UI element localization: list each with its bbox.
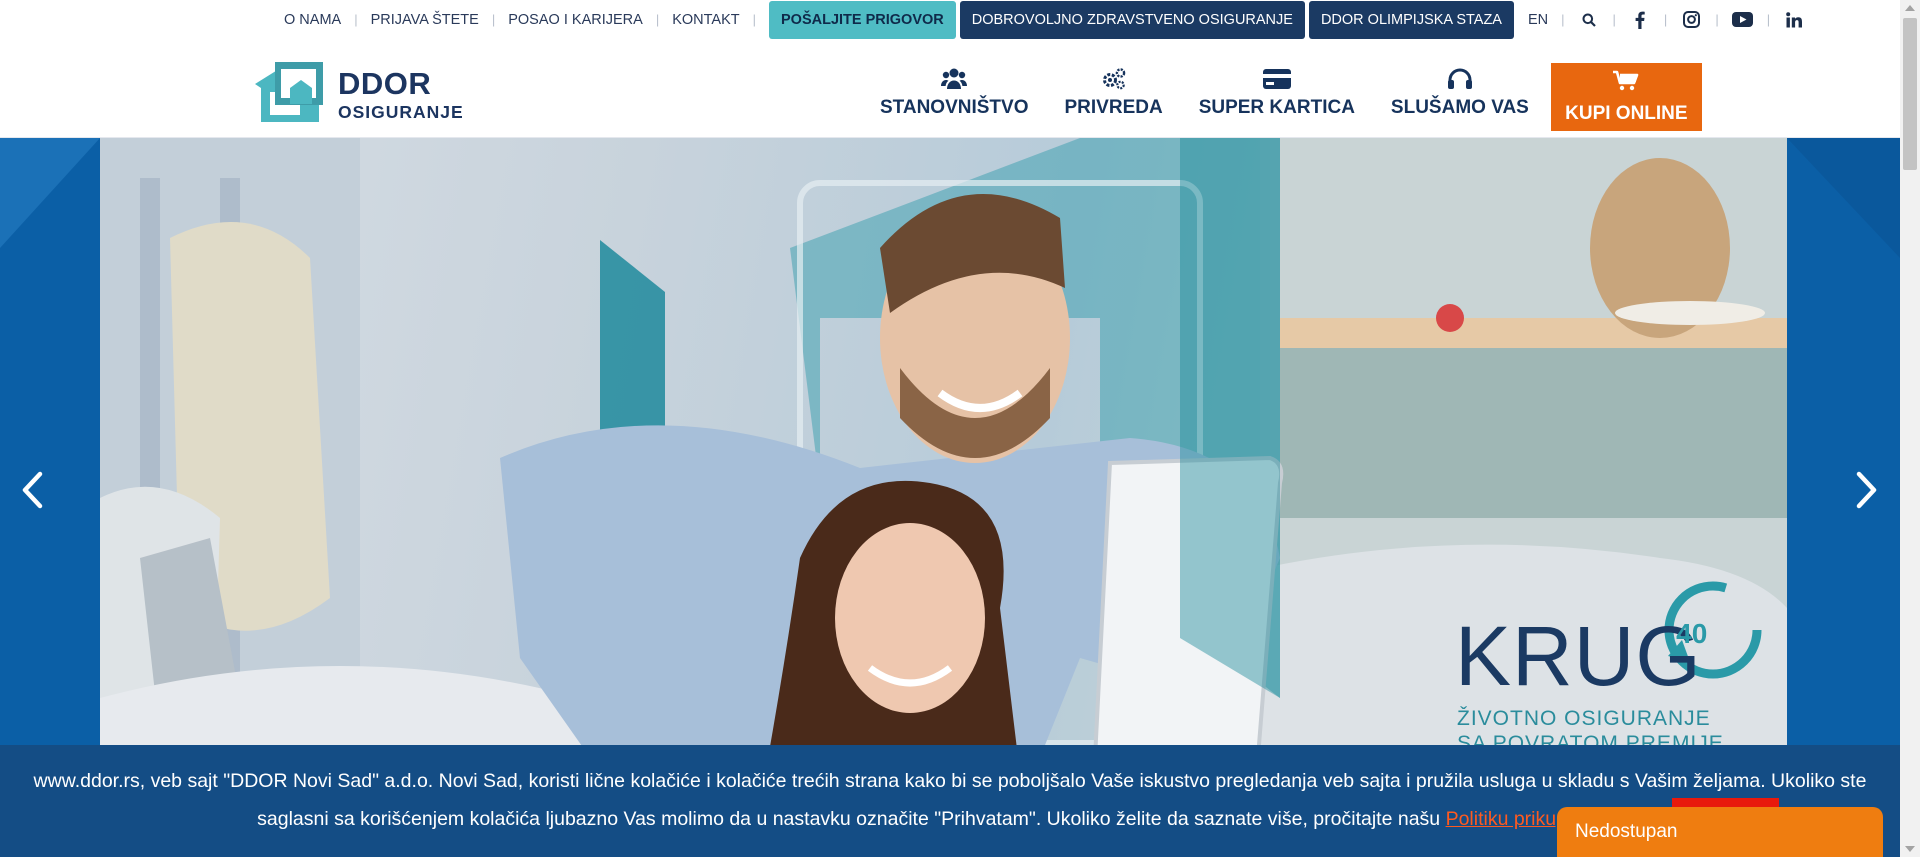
krug40-brand: KRUG 40 (1455, 608, 1737, 708)
chat-widget[interactable]: Nedostupan (1557, 807, 1883, 857)
top-link-posao-i-karijera[interactable]: POSAO I KARIJERA (508, 12, 643, 28)
top-link-kontakt[interactable]: KONTAKT (672, 12, 739, 28)
divider: | (752, 12, 756, 27)
divider: | (354, 12, 358, 27)
nav-label: STANOVNIŠTVO (880, 97, 1029, 118)
divider: | (655, 12, 660, 27)
send-complaint-button[interactable]: POŠALJITE PRIGOVOR (769, 0, 956, 39)
page: O NAMA | PRIJAVA ŠTETE | POSAO I KARIJER… (0, 0, 1920, 857)
top-link-prijava-stete[interactable]: PRIJAVA ŠTETE (371, 12, 479, 28)
language-switch-en[interactable]: EN (1528, 12, 1548, 28)
olympic-track-button[interactable]: DDOR OLIMPIJSKA STAZA (1308, 0, 1514, 39)
chevron-right-icon (1856, 471, 1877, 509)
scroll-down-arrow-icon[interactable] (1905, 846, 1915, 852)
divider: | (1663, 12, 1668, 27)
krug-label: KRUG (1455, 609, 1702, 703)
buy-online-button[interactable]: KUPI ONLINE (1550, 63, 1702, 131)
nav-label: PRIVREDA (1064, 97, 1163, 118)
slider-next-button[interactable] (1847, 468, 1887, 512)
site-header: DDOR OSIGURANJE STANOVNIŠTVO PRIVREDA SU… (0, 39, 1900, 138)
logo-title: DDOR (338, 66, 432, 101)
slider-prev-button[interactable] (12, 468, 52, 512)
nav-item-privreda[interactable]: PRIVREDA (1047, 67, 1181, 119)
divider: | (1612, 12, 1616, 27)
divider: | (1561, 12, 1565, 27)
logo-subtitle: OSIGURANJE (338, 102, 464, 122)
divider: | (1715, 12, 1719, 27)
headphones-icon (1447, 67, 1473, 91)
nav-item-stanovnistvo[interactable]: STANOVNIŠTVO (862, 67, 1047, 119)
logo-mark-icon (255, 62, 323, 122)
buy-online-label: KUPI ONLINE (1565, 102, 1688, 124)
gears-icon (1102, 67, 1126, 91)
cart-icon (1613, 70, 1639, 97)
users-icon (941, 67, 968, 91)
divider: | (491, 12, 496, 27)
linkedin-icon[interactable] (1783, 9, 1805, 31)
top-utility-bar: O NAMA | PRIJAVA ŠTETE | POSAO I KARIJER… (0, 0, 1900, 39)
voluntary-health-insurance-button[interactable]: DOBROVOLJNO ZDRAVSTVENO OSIGURANJE (959, 0, 1305, 39)
main-nav: STANOVNIŠTVO PRIVREDA SUPER KARTICA SLUŠ… (862, 39, 1702, 138)
nav-label: SLUŠAMO VAS (1390, 97, 1529, 118)
facebook-icon[interactable] (1629, 9, 1651, 31)
nav-item-super-kartica[interactable]: SUPER KARTICA (1181, 67, 1373, 119)
scrollbar-thumb[interactable] (1903, 18, 1917, 170)
divider: | (1766, 12, 1771, 27)
chat-status-label: Nedostupan (1575, 821, 1678, 842)
top-link-o-nama[interactable]: O NAMA (284, 12, 341, 28)
top-links: O NAMA | PRIJAVA ŠTETE | POSAO I KARIJER… (284, 0, 1805, 39)
krug40-tagline-1: ŽIVOTNO OSIGURANJE (1457, 707, 1711, 730)
ddor-logo[interactable]: DDOR OSIGURANJE (255, 62, 465, 126)
nav-item-slusamo-vas[interactable]: SLUŠAMO VAS (1373, 67, 1547, 119)
scroll-up-arrow-icon[interactable] (1905, 5, 1915, 11)
vertical-scrollbar[interactable] (1900, 0, 1920, 857)
nav-label: SUPER KARTICA (1198, 97, 1355, 118)
chevron-left-icon (22, 471, 43, 509)
search-icon[interactable] (1578, 9, 1600, 31)
instagram-icon[interactable] (1680, 9, 1702, 31)
youtube-icon[interactable] (1732, 9, 1754, 31)
krug-number: 40 (1676, 618, 1708, 649)
credit-card-icon (1262, 67, 1291, 91)
